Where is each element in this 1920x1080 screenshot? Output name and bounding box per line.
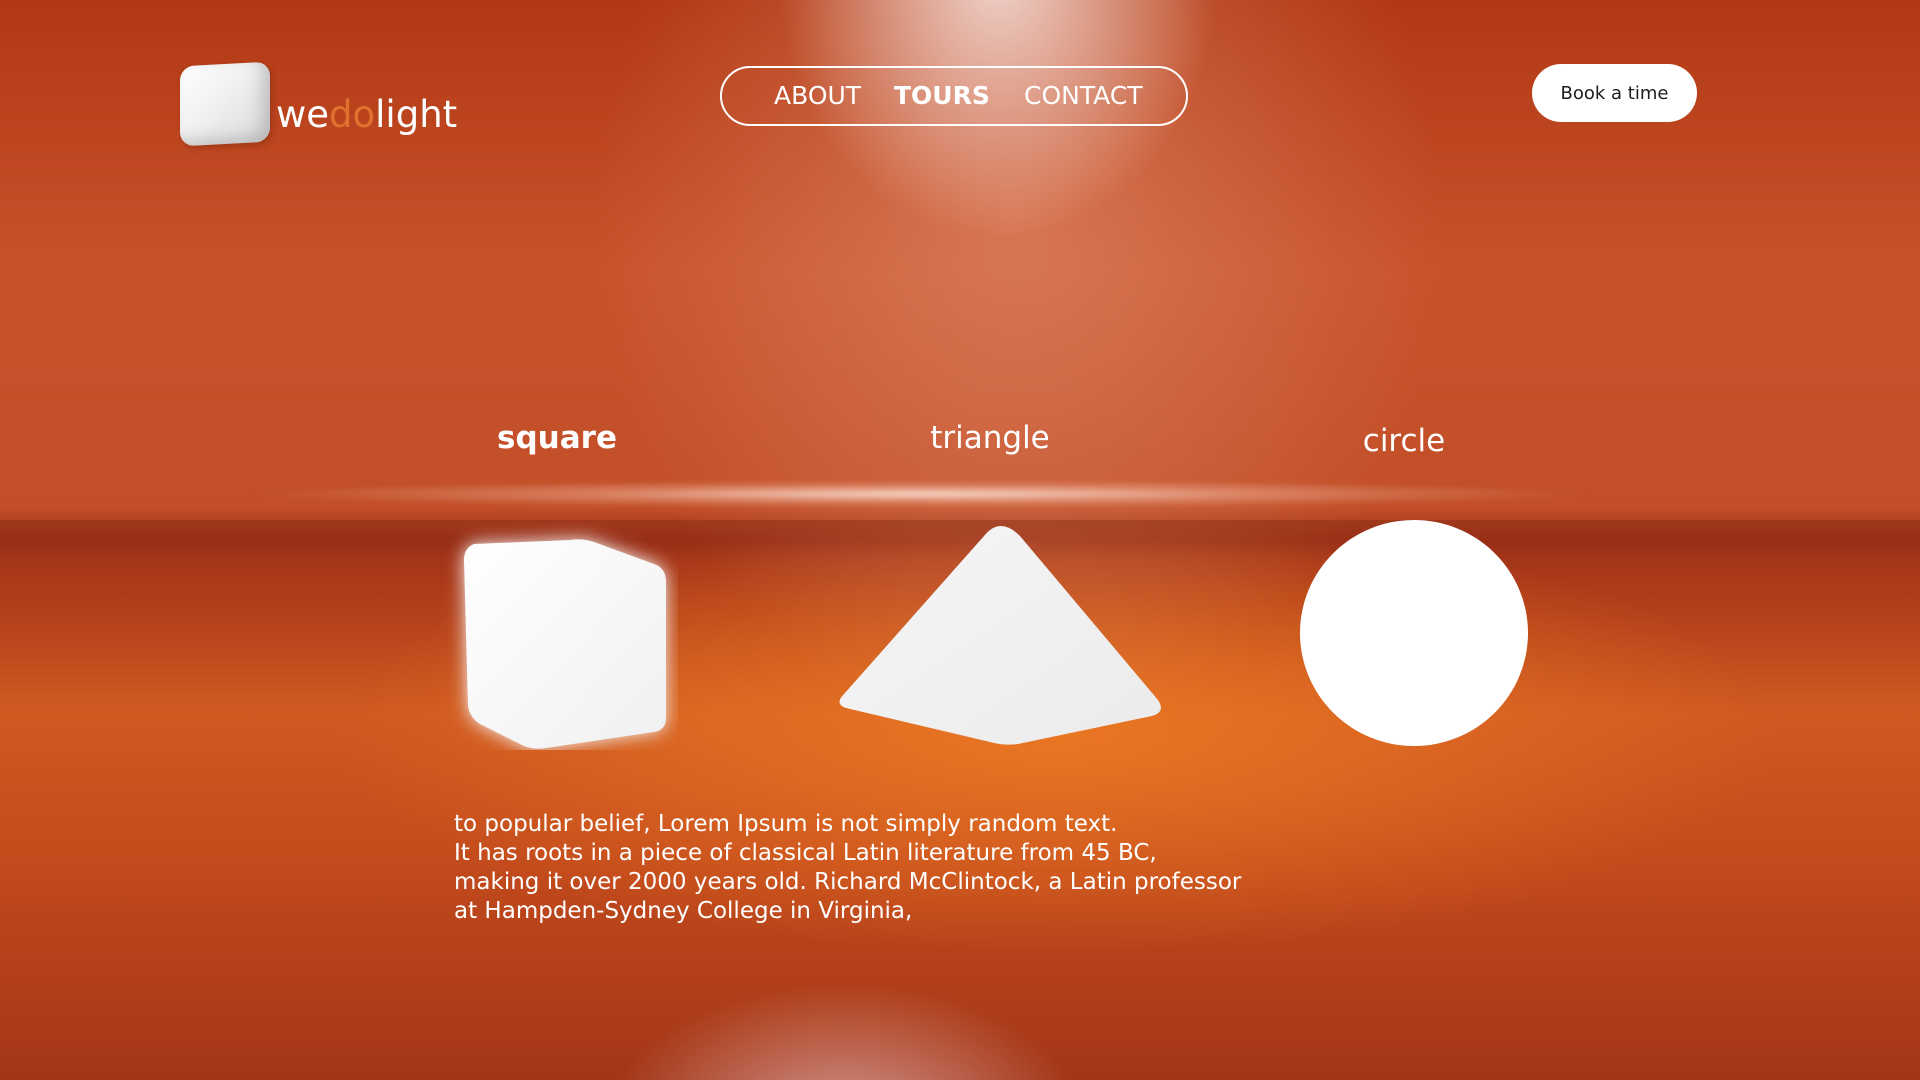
- nav-about[interactable]: ABOUT: [774, 68, 861, 124]
- pyramid-shape[interactable]: [836, 520, 1164, 748]
- brand-name-light: light: [375, 93, 458, 136]
- brand-name-do: do: [329, 93, 376, 136]
- book-a-time-button[interactable]: Book a time: [1532, 64, 1697, 122]
- description-line: It has roots in a piece of classical Lat…: [454, 840, 1157, 866]
- circle-shape[interactable]: [1300, 520, 1528, 746]
- brand-logo[interactable]: wedolight: [180, 58, 457, 147]
- cube-icon: [180, 61, 270, 147]
- description-line: at Hampden-Sydney College in Virginia,: [454, 898, 913, 924]
- nav-tours[interactable]: TOURS: [894, 68, 990, 124]
- shape-tab-triangle[interactable]: triangle: [930, 420, 1050, 456]
- cube-shape[interactable]: [444, 522, 678, 750]
- description-text: to popular belief, Lorem Ipsum is not si…: [454, 810, 1254, 926]
- brand-name-we: we: [276, 93, 330, 136]
- description-line: to popular belief, Lorem Ipsum is not si…: [454, 811, 1118, 837]
- main-nav: ABOUT TOURS CONTACT: [720, 66, 1188, 126]
- shape-tab-square[interactable]: square: [497, 420, 617, 456]
- nav-contact[interactable]: CONTACT: [1024, 68, 1143, 124]
- shape-tab-circle[interactable]: circle: [1363, 423, 1445, 459]
- description-line: making it over 2000 years old. Richard M…: [454, 869, 1242, 895]
- brand-name: wedolight: [276, 93, 457, 136]
